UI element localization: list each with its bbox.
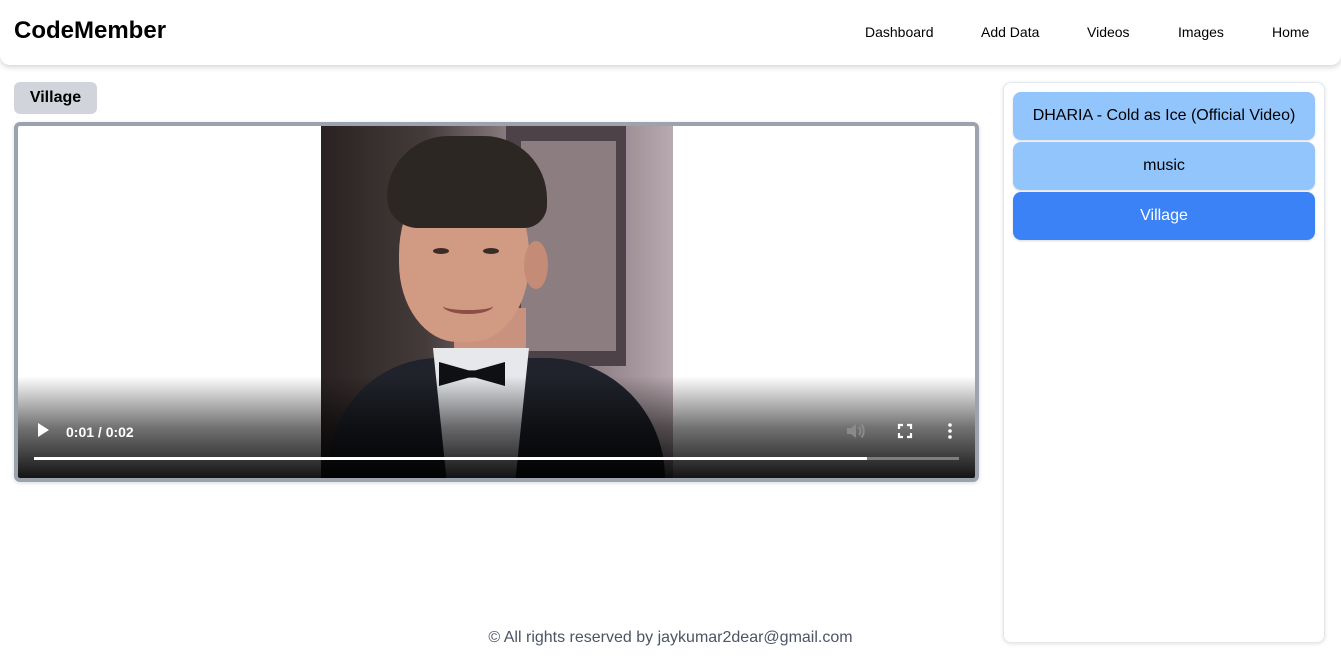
play-icon[interactable] <box>36 422 50 438</box>
video-subject-eye <box>433 248 449 254</box>
video-subject-mouth <box>443 298 493 314</box>
nav-link-home[interactable]: Home <box>1272 23 1309 41</box>
more-options-icon[interactable] <box>944 421 956 441</box>
nav-link-add-data[interactable]: Add Data <box>981 23 1039 41</box>
video-subject-ear <box>524 241 548 289</box>
page-footer: © All rights reserved by jaykumar2dear@g… <box>0 628 1341 648</box>
video-progress-bar[interactable] <box>34 457 959 460</box>
volume-icon[interactable] <box>845 421 867 441</box>
playlist-item-village[interactable]: Village <box>1013 192 1315 240</box>
nav-link-videos[interactable]: Videos <box>1087 23 1130 41</box>
video-subject-eye <box>483 248 499 254</box>
video-player[interactable]: 0:01 / 0:02 <box>14 122 979 482</box>
video-time-display: 0:01 / 0:02 <box>66 424 134 440</box>
video-progress-fill <box>34 457 867 460</box>
fullscreen-icon[interactable] <box>894 421 916 441</box>
footer-copyright: © All rights reserved by jaykumar2dear@g… <box>488 629 853 646</box>
playlist-item-music[interactable]: music <box>1013 142 1315 190</box>
brand-logo[interactable]: CodeMember <box>14 17 166 45</box>
video-subject-hair <box>387 136 547 228</box>
video-playlist: DHARIA - Cold as Ice (Official Video) mu… <box>1003 82 1325 643</box>
playlist-item-dharia[interactable]: DHARIA - Cold as Ice (Official Video) <box>1013 92 1315 140</box>
video-controls-overlay <box>18 376 975 478</box>
nav-link-images[interactable]: Images <box>1178 23 1224 41</box>
top-navbar: CodeMember Dashboard Add Data Videos Ima… <box>0 0 1341 65</box>
video-title-badge: Village <box>14 82 97 114</box>
nav-link-dashboard[interactable]: Dashboard <box>865 23 934 41</box>
